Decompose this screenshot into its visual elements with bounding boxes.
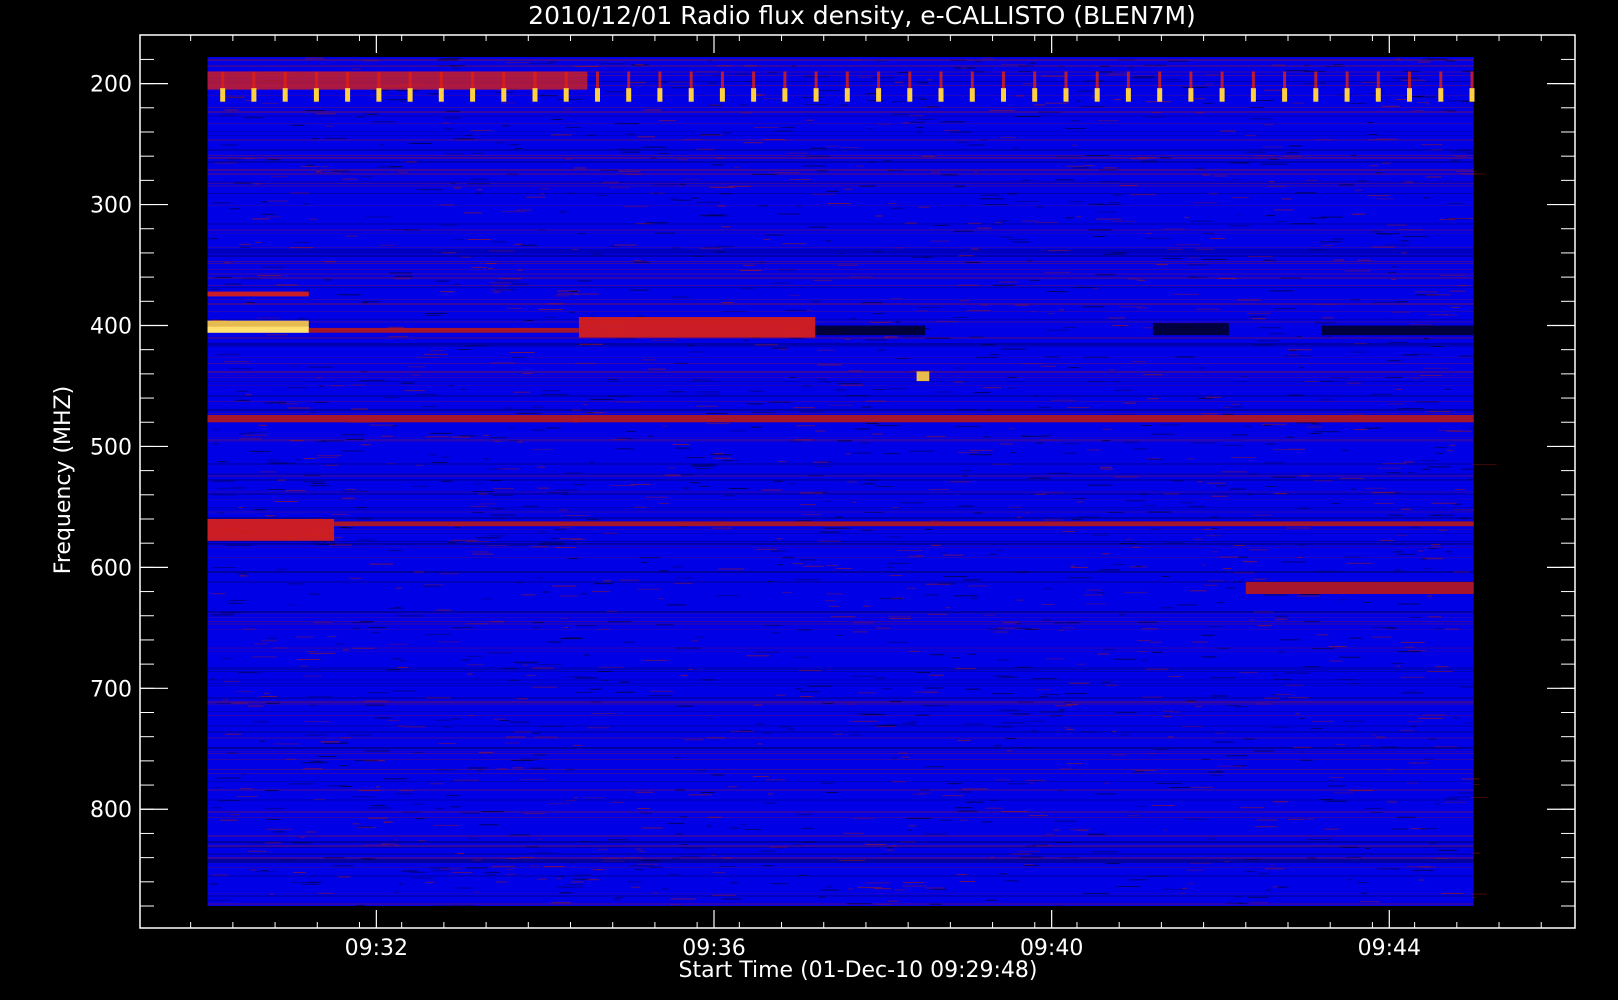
y-tick-label: 200 — [90, 73, 132, 98]
y-tick-label: 800 — [90, 798, 132, 823]
burst-mark — [1344, 88, 1350, 102]
burst-mark — [251, 88, 257, 102]
burst-mark — [1469, 88, 1475, 102]
burst-mark — [407, 88, 413, 102]
burst-mark — [282, 88, 288, 102]
burst-mark — [1032, 88, 1038, 102]
y-axis-label: Frequency (MHZ) — [51, 386, 76, 574]
x-tick-label: 09:40 — [1020, 936, 1083, 961]
burst-mark — [438, 88, 444, 102]
burst-mark — [376, 88, 382, 102]
feature-band-9 — [207, 519, 335, 541]
y-tick-label: 500 — [90, 435, 132, 460]
burst-mark — [719, 88, 725, 102]
burst-mark — [657, 88, 663, 102]
feature-band-11 — [1245, 581, 1474, 594]
spectrogram-chart: 2010/12/01 Radio flux density, e-CALLIST… — [0, 0, 1618, 1000]
burst-mark — [1188, 88, 1194, 102]
feature-spot-12 — [916, 371, 930, 382]
burst-mark — [1250, 88, 1256, 102]
burst-mark — [969, 88, 975, 102]
feature-band-7 — [1321, 325, 1474, 336]
burst-mark — [751, 88, 757, 102]
chart-title: 2010/12/01 Radio flux density, e-CALLIST… — [528, 1, 1196, 30]
burst-mark — [938, 88, 944, 102]
burst-mark — [844, 88, 850, 102]
burst-mark — [1282, 88, 1288, 102]
burst-mark — [1375, 88, 1381, 102]
burst-mark — [563, 88, 569, 102]
burst-mark — [876, 88, 882, 102]
burst-mark — [1125, 88, 1131, 102]
burst-mark — [1219, 88, 1225, 102]
feature-core-2 — [207, 326, 309, 333]
burst-mark — [1063, 88, 1069, 102]
feature-band-3 — [308, 327, 579, 333]
feature-band-6 — [1152, 323, 1229, 336]
y-tick-label: 700 — [90, 677, 132, 702]
burst-mark — [1438, 88, 1444, 102]
burst-mark — [1313, 88, 1319, 102]
x-tick-label: 09:32 — [345, 936, 408, 961]
burst-mark — [688, 88, 694, 102]
y-tick-label: 300 — [90, 194, 132, 219]
feature-band-1 — [207, 291, 309, 297]
burst-mark — [813, 88, 819, 102]
burst-mark — [1001, 88, 1006, 102]
x-tick-label: 09:44 — [1358, 936, 1421, 961]
burst-mark — [1407, 88, 1412, 102]
y-tick-label: 600 — [90, 556, 132, 581]
burst-mark — [220, 88, 226, 102]
y-tick-label: 400 — [90, 314, 132, 339]
burst-mark — [907, 88, 913, 102]
feature-band-4 — [578, 317, 816, 338]
feature-band-8 — [207, 415, 1474, 423]
burst-mark — [313, 88, 319, 102]
plot-area — [207, 57, 1497, 907]
burst-mark — [1157, 88, 1163, 102]
burst-mark — [626, 88, 632, 102]
x-axis-label: Start Time (01-Dec-10 09:29:48) — [679, 958, 1038, 983]
burst-mark — [345, 88, 351, 102]
feature-band-5 — [815, 325, 925, 336]
feature-band-10 — [334, 521, 1474, 527]
burst-mark — [782, 88, 788, 102]
burst-mark — [1094, 88, 1100, 102]
burst-mark — [470, 88, 476, 102]
burst-mark — [501, 88, 507, 102]
burst-mark — [595, 88, 600, 102]
burst-mark — [532, 88, 538, 102]
x-tick-label: 09:36 — [682, 936, 745, 961]
